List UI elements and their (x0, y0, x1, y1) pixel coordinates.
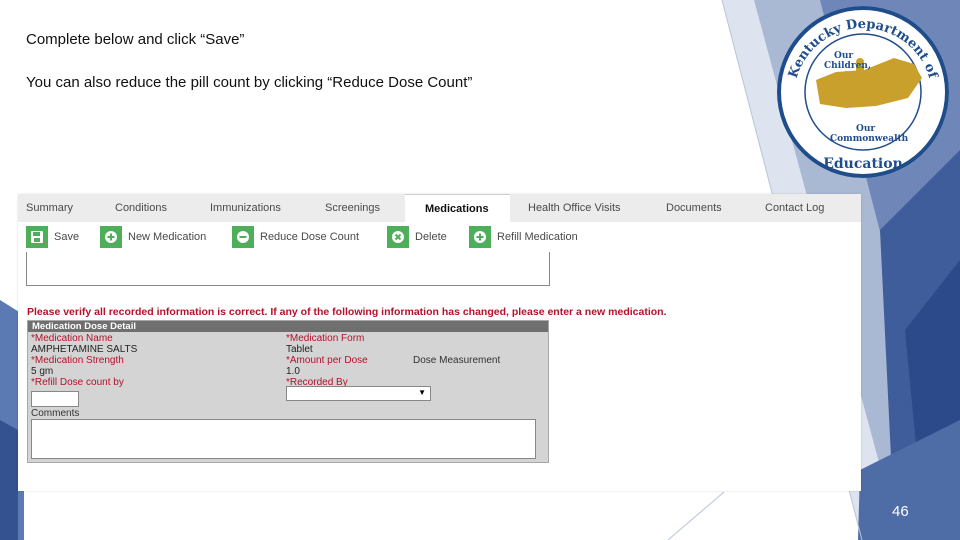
instruction-reduce-dose: You can also reduce the pill count by cl… (26, 74, 473, 91)
medication-form-value: Tablet (286, 344, 313, 355)
tab-immunizations[interactable]: Immunizations (210, 194, 281, 222)
tab-health-office-visits[interactable]: Health Office Visits (528, 194, 621, 222)
medication-strength-value: 5 gm (31, 366, 54, 377)
recorded-by-select[interactable]: ▼ (286, 386, 431, 401)
delete-label: Delete (415, 231, 447, 243)
medication-form-label: *Medication Form (286, 333, 365, 344)
amount-per-dose-value: 1.0 (286, 366, 300, 377)
action-toolbar: Save New Medication Reduce Dose Count De… (18, 222, 861, 252)
medications-screenshot: Summary Conditions Immunizations Screeni… (18, 194, 861, 491)
new-medication-button[interactable]: New Medication (100, 226, 206, 248)
refill-medication-button[interactable]: Refill Medication (469, 226, 578, 248)
medication-dose-detail-form: Medication Dose Detail *Medication Name … (27, 320, 549, 463)
delete-x-icon (387, 226, 409, 248)
delete-button[interactable]: Delete (387, 226, 447, 248)
tab-contact-log[interactable]: Contact Log (765, 194, 824, 222)
tab-screenings[interactable]: Screenings (325, 194, 380, 222)
comments-label: Comments (31, 408, 80, 419)
medication-strength-label: *Medication Strength (31, 355, 124, 366)
seal-bottom-text: Education (823, 156, 903, 172)
seal-line3: Our (856, 124, 875, 134)
tab-medications[interactable]: Medications (405, 194, 510, 222)
tab-summary[interactable]: Summary (26, 194, 73, 222)
seal-line1: Our (834, 51, 853, 61)
save-label: Save (54, 231, 80, 243)
new-medication-label: New Medication (128, 231, 207, 243)
plus-circle-icon (100, 226, 122, 248)
refill-dose-count-input[interactable] (31, 391, 79, 407)
previous-section-box (26, 252, 550, 286)
verify-warning: Please verify all recorded information i… (27, 306, 667, 318)
amount-per-dose-label: *Amount per Dose (286, 355, 368, 366)
save-icon (26, 226, 48, 248)
reduce-dose-count-button[interactable]: Reduce Dose Count (232, 226, 359, 248)
page-number: 46 (892, 503, 909, 520)
medication-name-value: AMPHETAMINE SALTS (31, 344, 138, 355)
plus-circle-icon (469, 226, 491, 248)
dropdown-arrow-icon: ▼ (418, 388, 426, 397)
instruction-save: Complete below and click “Save” (26, 31, 245, 48)
form-header: Medication Dose Detail (28, 321, 548, 332)
reduce-dose-count-label: Reduce Dose Count (260, 231, 360, 243)
comments-textarea[interactable] (31, 419, 536, 459)
refill-dose-count-label: *Refill Dose count by (31, 377, 124, 388)
seal-line4: Commonwealth (830, 134, 909, 144)
health-tab-bar: Summary Conditions Immunizations Screeni… (18, 194, 861, 222)
kde-seal-logo: Kentucky Department of Our Children, Our… (777, 6, 949, 178)
save-button[interactable]: Save (26, 226, 79, 248)
tab-documents[interactable]: Documents (666, 194, 722, 222)
medication-name-label: *Medication Name (31, 333, 113, 344)
minus-circle-icon (232, 226, 254, 248)
seal-line2: Children, (824, 61, 871, 71)
refill-medication-label: Refill Medication (497, 231, 578, 243)
dose-measurement-label: Dose Measurement (413, 355, 501, 366)
tab-conditions[interactable]: Conditions (115, 194, 167, 222)
